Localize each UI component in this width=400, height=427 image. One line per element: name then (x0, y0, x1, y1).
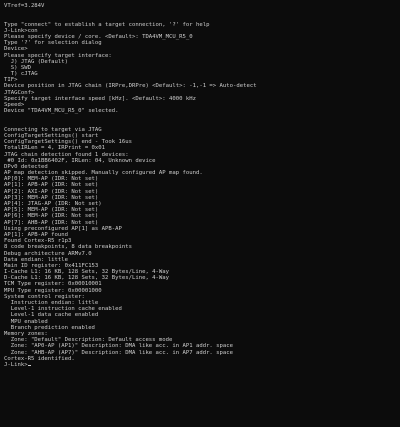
terminal-line-text: MPU enabled (4, 318, 48, 325)
terminal-line-text: AP[1]: APB-AP (IDR: Not set) (4, 182, 99, 189)
terminal-line-text: Found Cortex-R5 r1p3 (4, 238, 72, 245)
terminal-line-text: Memory zones: (4, 330, 48, 337)
terminal-line-text: S) SWD (4, 64, 31, 71)
terminal-line-text: Type "connect" to establish a target con… (4, 21, 210, 28)
terminal-line-text: AP[2]: AXI-AP (IDR: Not set) (4, 188, 99, 195)
terminal-line-text: T) cJTAG (4, 71, 38, 78)
terminal-window[interactable]: VTref=3.284V Type "connect" to establish … (0, 0, 400, 427)
command-prompt[interactable]: J-Link> (4, 362, 400, 368)
terminal-line-text: AP[7]: AHB-AP (IDR: Not set) (4, 219, 99, 226)
terminal-line-text: AP[4]: JTAG-AP (IDR: Not set) (4, 201, 102, 207)
terminal-line-text: Zone: "AP0-AP (AP1)" Description: DMA li… (4, 343, 234, 350)
terminal-line-text: AP[0]: MEM-AP (IDR: Not set) (4, 176, 99, 183)
terminal-line-text: Using preconfigured AP[1] as APB-AP (4, 225, 122, 232)
terminal-line-text: TIF> (4, 77, 18, 84)
terminal-line-text: JTAGConf> (4, 89, 35, 96)
terminal-line-text: System control register: (4, 293, 85, 300)
terminal-line-text: AP[5]: MEM-AP (IDR: Not set) (4, 207, 99, 214)
terminal-line-text: AP map detection skipped. Manually confi… (4, 170, 203, 177)
terminal-line-text: Device> (4, 46, 28, 53)
terminal-line-text: TCM Type register: 0x00010001 (4, 281, 102, 288)
terminal-line-text: Main ID register: 0x411FC153 (4, 262, 99, 269)
terminal-line-text: Device position in JTAG chain (IRPre,DRP… (4, 83, 257, 90)
terminal-line-text: Connecting to target via JTAG (4, 126, 102, 133)
terminal-line-text: Data endian: little (4, 256, 68, 263)
terminal-line-text: Instruction endian: little (4, 300, 99, 306)
terminal-line-text: ConfigTargetSettings() start (4, 132, 99, 139)
terminal-line-text: MPU Type register: 0x00001000 (4, 287, 102, 294)
terminal-line-text: Zone: "Default" Description: Default acc… (4, 337, 173, 344)
terminal-line-text: D-Cache L1: 16 KB, 128 Sets, 32 Bytes/Li… (4, 275, 170, 282)
terminal-line-text: J-Link> (4, 361, 28, 368)
terminal-line-text: Device "TDA4VM_MCU_R5_0" selected. (4, 108, 119, 115)
terminal-line-text: ConfigTargetSettings() end - Took 16us (4, 139, 132, 146)
terminal-line-text: Please specify device / core. <Default>:… (4, 33, 193, 40)
terminal-line-text: Cortex-R5 identified. (4, 355, 75, 362)
terminal-line-text: 8 code breakpoints, 8 data breakpoints (4, 244, 132, 251)
terminal-line-text: Specify target interface speed [kHz]. <D… (4, 95, 196, 102)
terminal-line-text: Speed> (4, 102, 25, 108)
terminal-line-text: AP[6]: MEM-AP (IDR: Not set) (4, 213, 99, 220)
text-cursor (27, 364, 31, 366)
terminal-line-text: Type '?' for selection dialog (4, 40, 102, 47)
terminal-line-text: AP[3]: MEM-AP (IDR: Not set) (4, 194, 99, 201)
terminal-line-text: AP[1]: APB-AP found (4, 231, 68, 238)
terminal-line-text: Level-1 data cache enabled (4, 312, 99, 319)
terminal-line-text: JTAG chain detection found 1 devices: (4, 151, 129, 158)
terminal-line-text: Debug architecture ARMv7.0 (4, 250, 92, 257)
terminal-line-text: #0 Id: 0x1BB6402F, IRLen: 04, Unknown de… (4, 157, 156, 164)
terminal-line-text: Zone: "AHB-AP (AP7)" Description: DMA li… (4, 349, 234, 356)
terminal-line-text: DPv0 detected (4, 163, 48, 170)
terminal-line-text: Branch prediction enabled (4, 324, 95, 331)
terminal-line-text: J-Link>con (4, 27, 38, 34)
terminal-line-text: Please specify target interface: (4, 52, 112, 59)
terminal-line-text: I-Cache L1: 16 KB, 128 Sets, 32 Bytes/Li… (4, 269, 170, 276)
terminal-line-text: TotalIRLen = 4, IRPrint = 0x01 (4, 145, 106, 152)
terminal-line-text: Level-1 instruction cache enabled (4, 306, 122, 313)
terminal-line-text: VTref=3.284V (4, 3, 45, 9)
terminal-line-text: J) JTAG (Default) (4, 58, 68, 65)
